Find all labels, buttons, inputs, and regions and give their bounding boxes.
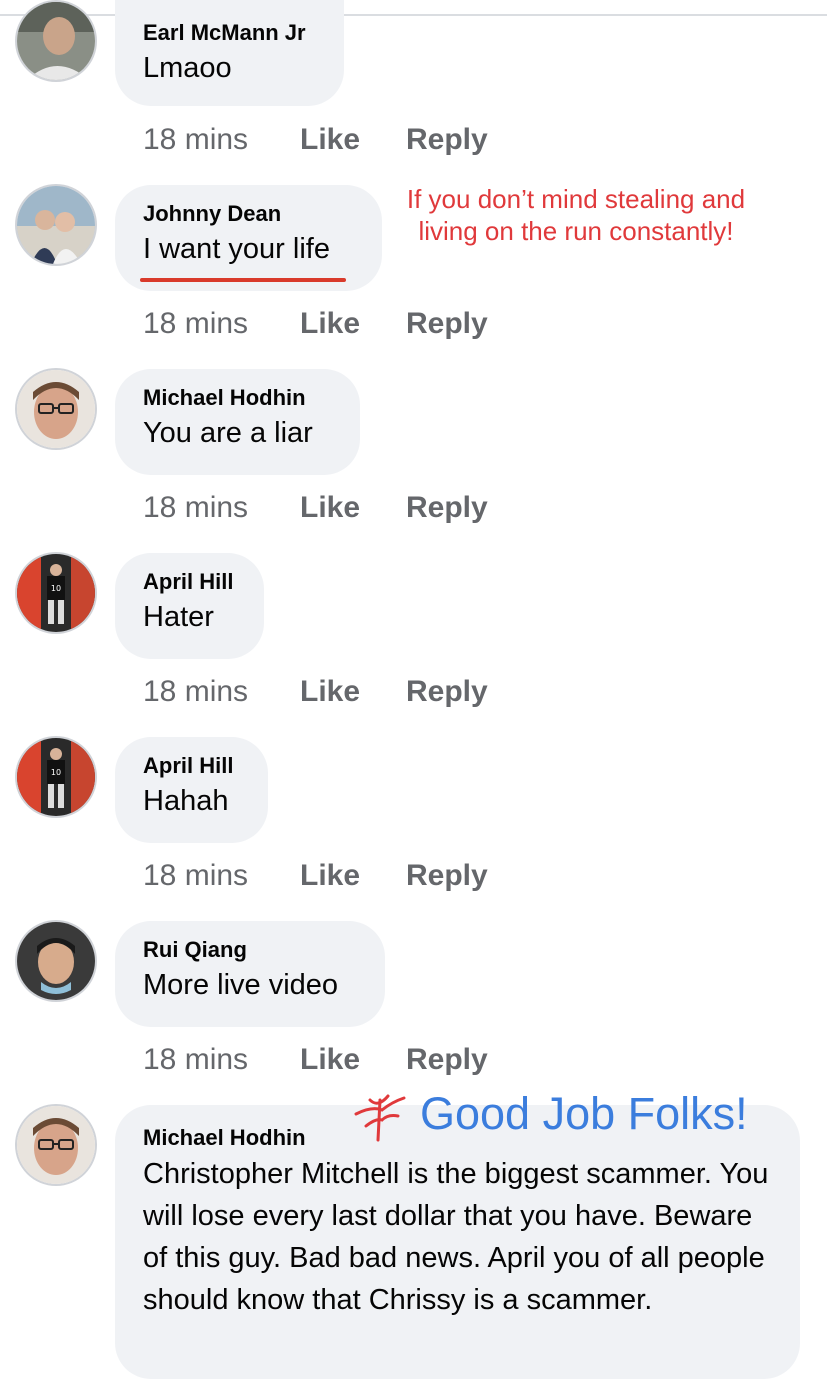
avatar[interactable] [17, 1106, 95, 1184]
comment-timestamp[interactable]: 18 mins [143, 306, 248, 342]
avatar[interactable] [17, 186, 95, 264]
like-button[interactable]: Like [300, 306, 360, 342]
comment-author[interactable]: Michael Hodhin [143, 383, 332, 413]
red-annotation-note: If you don’t mind stealing and living on… [406, 184, 746, 246]
reply-button[interactable]: Reply [406, 306, 488, 342]
comment-author[interactable]: April Hill [143, 567, 236, 597]
comment-bubble: Michael Hodhin You are a liar [115, 369, 360, 475]
svg-text:10: 10 [51, 768, 61, 777]
avatar[interactable]: 10 [17, 554, 95, 632]
comment-bubble: Johnny Dean I want your life [115, 185, 382, 291]
comment-bubble: Rui Qiang More live video [115, 921, 385, 1027]
comment-bubble: April Hill Hater [115, 553, 264, 659]
avatar[interactable] [17, 2, 95, 80]
comment-timestamp[interactable]: 18 mins [143, 122, 248, 158]
comment-author[interactable]: Rui Qiang [143, 935, 357, 965]
comment-author[interactable]: Johnny Dean [143, 199, 354, 229]
comment-timestamp[interactable]: 18 mins [143, 1042, 248, 1078]
comment-timestamp[interactable]: 18 mins [143, 490, 248, 526]
comment-text: Hater [143, 601, 214, 633]
reply-button[interactable]: Reply [406, 674, 488, 710]
red-underline-annotation [140, 278, 346, 282]
comment-timestamp[interactable]: 18 mins [143, 858, 248, 894]
comment-bubble: Michael Hodhin Christopher Mitchell is t… [115, 1105, 800, 1379]
comment-bubble: April Hill Hahah [115, 737, 268, 843]
comment-author[interactable]: Earl McMann Jr [143, 18, 316, 48]
comment-timestamp[interactable]: 18 mins [143, 674, 248, 710]
comment-author[interactable]: April Hill [143, 751, 240, 781]
reply-button[interactable]: Reply [406, 122, 488, 158]
comment-text: Christopher Mitchell is the biggest scam… [143, 1158, 769, 1316]
comment-text: More live video [143, 969, 339, 1001]
reply-button[interactable]: Reply [406, 858, 488, 894]
comment-text: Lmaoo [143, 52, 232, 84]
comment-text: You are a liar [143, 417, 313, 449]
like-button[interactable]: Like [300, 122, 360, 158]
like-button[interactable]: Like [300, 674, 360, 710]
comment-bubble: Earl McMann Jr Lmaoo [115, 0, 344, 106]
avatar[interactable]: 10 [17, 738, 95, 816]
avatar[interactable] [17, 370, 95, 448]
comment-text: I want your life [143, 233, 330, 265]
red-scribble-mark [354, 1094, 406, 1142]
avatar[interactable] [17, 922, 95, 1000]
comment-text: Hahah [143, 785, 229, 817]
like-button[interactable]: Like [300, 858, 360, 894]
svg-text:10: 10 [51, 584, 61, 593]
blue-annotation-note: Good Job Folks! [420, 1088, 748, 1139]
reply-button[interactable]: Reply [406, 490, 488, 526]
like-button[interactable]: Like [300, 490, 360, 526]
like-button[interactable]: Like [300, 1042, 360, 1078]
reply-button[interactable]: Reply [406, 1042, 488, 1078]
